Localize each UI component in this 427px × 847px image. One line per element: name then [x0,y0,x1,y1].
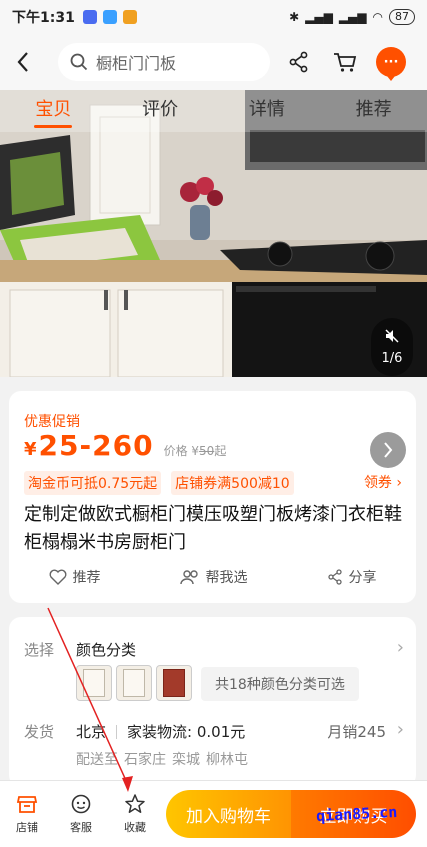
logistics-fee: 家装物流: 0.01元 [127,723,246,741]
wifi-icon: ◠ [372,10,383,24]
ship-label: 发货 [24,723,55,741]
app-notification-icon [102,10,117,24]
currency-symbol: ¥ [24,439,37,460]
clock: 下午1:31 [12,10,75,26]
app-notification-icon [122,10,137,24]
shop-button[interactable]: 店铺 [0,793,54,835]
add-to-cart-button[interactable]: 加入购物车 [166,790,291,838]
variant-count-badge[interactable]: 共18种颜色分类可选 [201,667,359,701]
get-coupon-link[interactable]: 领券 › [364,472,402,492]
promo-label: 优惠促销 [24,414,80,430]
product-image-gallery[interactable] [0,90,427,377]
share-button[interactable] [276,34,322,90]
customer-service-button[interactable]: 客服 [54,793,108,835]
app-notification-icon [82,10,97,24]
status-bar: 下午1:31 ✱ ▂▄▆ ▂▄▆ ◠ 87 [0,0,427,34]
product-title: 定制定做欧式橱柜门模压吸塑门板烤漆门衣柜鞋柜榻榻米书房厨柜门 [24,504,402,553]
coupon-badge[interactable]: 店铺券满500减10 [171,471,294,495]
search-placeholder: 橱柜门门板 [96,54,177,73]
favorite-button[interactable]: 收藏 [108,793,162,835]
star-icon [125,794,145,813]
tab-item[interactable]: 宝贝 [0,90,107,132]
signal-icon: ▂▄▆ [338,10,367,24]
heart-icon [49,569,66,585]
divider [116,724,118,739]
detail-tabs: 宝贝 评价 详情 推荐 [0,90,427,132]
recommend-button[interactable]: 推荐 [49,567,101,587]
product-info-card: 优惠促销 ¥ 25-260 价格 ¥50起 淘金币可抵0.75元起 店铺券满50… [9,391,416,603]
search-input[interactable]: 橱柜门门板 [58,43,270,81]
variant-thumbnail[interactable] [156,665,192,701]
chevron-right-icon [384,442,393,458]
mute-icon [385,329,399,343]
search-icon [70,53,88,71]
back-button[interactable] [0,34,46,90]
variant-thumbnail[interactable] [116,665,152,701]
tab-reviews[interactable]: 评价 [107,90,214,132]
battery-icon: 87 [389,9,415,25]
select-label: 选择 [24,641,55,659]
chevron-right-icon[interactable]: › [397,637,404,658]
monthly-sales: 月销245 [327,723,386,741]
coupon-badge[interactable]: 淘金币可抵0.75元起 [24,471,162,495]
cart-icon [334,53,357,72]
tab-recommend[interactable]: 推荐 [320,90,427,132]
product-photo [0,90,427,377]
coupon-list: 淘金币可抵0.75元起 店铺券满500减10 [24,471,294,495]
variant-thumbnail[interactable] [76,665,112,701]
share-icon [327,569,342,585]
chevron-left-icon [17,52,28,72]
help-choose-button[interactable]: 帮我选 [179,567,248,587]
select-value[interactable]: 颜色分类 [76,639,136,660]
bluetooth-icon: ✱ [289,10,300,24]
share-icon [289,51,308,73]
price-block: ¥ 25-260 价格 ¥50起 [24,429,226,462]
store-icon [16,796,38,813]
tab-details[interactable]: 详情 [214,90,321,132]
gallery-counter-pill[interactable]: 1/6 [371,318,413,376]
delivery-destination[interactable]: 配送至 石家庄 栾城 柳林屯 [76,749,248,769]
ship-info[interactable]: 北京 家装物流: 0.01元 [76,721,245,742]
share-product-button[interactable]: 分享 [327,567,377,587]
more-menu-button[interactable]: ··· [376,47,406,81]
ship-from: 北京 [76,723,107,741]
people-icon [179,570,198,585]
product-actions: 推荐 帮我选 分享 [9,567,416,587]
spec-card: 选择 颜色分类 › 共18种颜色分类可选 发货 北京 家装物流: 0.01元 月… [9,617,416,787]
status-right: ✱ ▂▄▆ ▂▄▆ ◠ 87 [289,9,415,25]
price-range: 25-260 [38,429,154,462]
cart-button[interactable] [322,34,368,90]
original-price: 价格 ¥50起 [163,444,227,458]
signal-icon: ▂▄▆ [305,10,333,24]
chat-face-icon [71,794,91,814]
top-bar: 橱柜门门板 ··· [0,34,427,90]
variant-thumbnails [76,665,192,701]
gallery-counter: 1/6 [381,351,403,367]
chevron-right-icon[interactable]: › [397,719,404,740]
price-detail-button[interactable] [370,432,406,468]
